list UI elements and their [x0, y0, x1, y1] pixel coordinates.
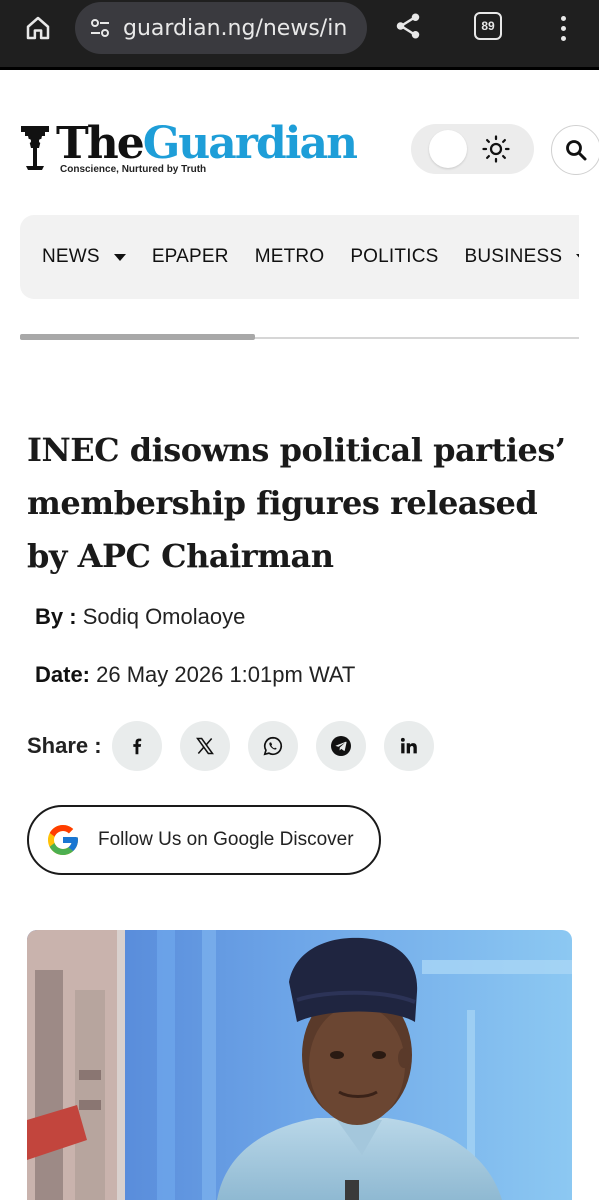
theme-toggle[interactable]	[411, 124, 534, 174]
author-name[interactable]: Sodiq Omolaoye	[83, 604, 246, 629]
tabs-icon[interactable]: 89	[474, 12, 502, 40]
logo-the: The	[56, 118, 145, 169]
site-logo[interactable]: TheGuardian Conscience, Nurtured by Trut…	[20, 118, 358, 180]
browser-toolbar: guardian.ng/news/in 89	[0, 0, 599, 70]
article-image[interactable]	[27, 930, 572, 1200]
guardian-crest-icon	[21, 126, 49, 170]
nav-item-politics[interactable]: POLITICS	[350, 246, 438, 268]
share-whatsapp-button[interactable]	[247, 721, 298, 771]
facebook-icon	[132, 738, 141, 755]
share-label: Share :	[27, 733, 102, 758]
google-g-icon	[48, 825, 78, 855]
home-icon[interactable]	[20, 10, 56, 46]
sun-icon	[482, 135, 510, 163]
share-facebook-button[interactable]	[111, 721, 162, 771]
whatsapp-icon	[263, 736, 282, 756]
telegram-icon	[330, 736, 351, 756]
share-x-button[interactable]	[179, 721, 230, 771]
byline: By : Sodiq Omolaoye	[35, 604, 245, 630]
nav-label: BUSINESS	[464, 246, 563, 267]
search-icon	[566, 140, 587, 161]
by-label: By :	[35, 604, 77, 629]
nav-label: METRO	[254, 246, 325, 267]
chevron-down-icon	[113, 253, 126, 261]
share-telegram-button[interactable]	[315, 721, 366, 771]
date-label: Date:	[35, 662, 91, 687]
tune-icon[interactable]	[87, 15, 113, 41]
article-headline: INEC disowns political parties’ membersh…	[27, 431, 566, 575]
nav-item-business[interactable]: BUSINESS	[464, 246, 579, 268]
logo-guardian: Guardian	[142, 118, 358, 169]
main-nav: NEWS EPAPER METRO POLITICS BUSINESS	[20, 215, 579, 299]
nav-label: NEWS	[42, 246, 100, 267]
nav-item-epaper[interactable]: EPAPER	[152, 246, 229, 268]
toggle-knob	[429, 130, 467, 168]
dateline: Date: 26 May 2026 1:01pm WAT	[35, 662, 355, 688]
article-date: 26 May 2026 1:01pm WAT	[96, 662, 356, 687]
nav-label: EPAPER	[151, 246, 229, 267]
url-text: guardian.ng/news/in	[123, 15, 348, 41]
x-icon	[195, 737, 214, 755]
more-vert-icon[interactable]	[553, 10, 573, 46]
share-linkedin-button[interactable]	[383, 721, 434, 771]
nav-item-news[interactable]: NEWS	[42, 246, 126, 268]
chevron-down-icon	[576, 253, 579, 261]
google-discover-label: Follow Us on Google Discover	[98, 829, 354, 850]
nav-item-metro[interactable]: METRO	[255, 246, 325, 268]
share-icon[interactable]	[390, 8, 426, 44]
search-button[interactable]	[551, 125, 599, 175]
logo-wordmark: TheGuardian	[56, 118, 358, 169]
nav-label: POLITICS	[350, 246, 439, 267]
linkedin-icon	[400, 737, 417, 754]
google-discover-button[interactable]: Follow Us on Google Discover	[27, 805, 381, 875]
logo-tagline: Conscience, Nurtured by Truth	[60, 164, 207, 175]
address-bar[interactable]: guardian.ng/news/in	[75, 2, 367, 54]
nav-scroll-indicator[interactable]	[20, 334, 255, 340]
share-row: Share :	[27, 720, 452, 772]
